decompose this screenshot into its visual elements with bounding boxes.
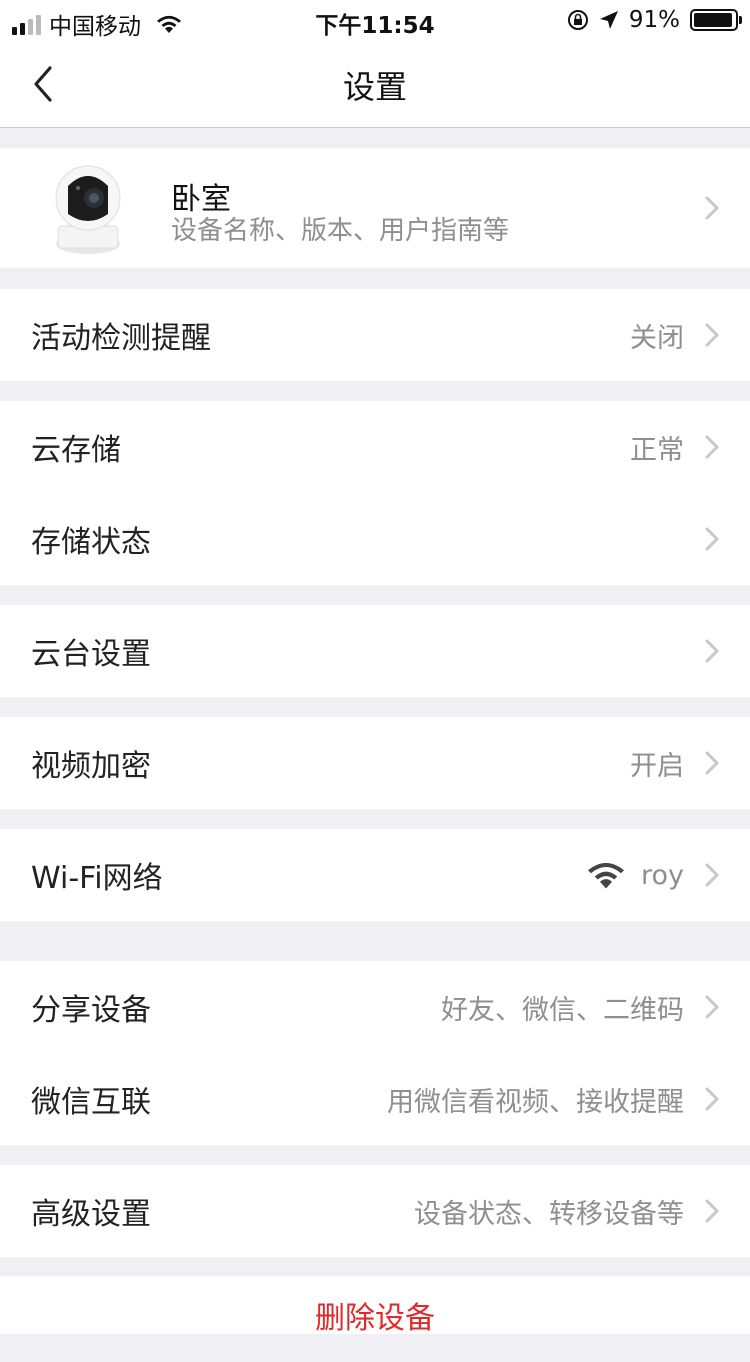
device-subtitle: 设备名称、版本、用户指南等	[171, 216, 510, 246]
share-device-row[interactable]: 分享设备 好友、微信、二维码	[0, 961, 750, 1053]
wechat-link-row[interactable]: 微信互联 用微信看视频、接收提醒	[0, 1053, 750, 1145]
status-right: 91%	[567, 7, 742, 33]
wifi-icon	[587, 862, 624, 889]
navigation-bar: 设置	[0, 40, 750, 128]
encryption-section: 视频加密 开启	[0, 717, 750, 809]
share-device-value: 好友、微信、二维码	[441, 994, 684, 1026]
chevron-right-icon	[705, 527, 720, 551]
device-info-row[interactable]: 卧室 设备名称、版本、用户指南等	[0, 148, 750, 268]
share-device-label: 分享设备	[31, 993, 151, 1028]
advanced-settings-value: 设备状态、转移设备等	[414, 1198, 684, 1230]
motion-detection-label: 活动检测提醒	[31, 321, 211, 356]
battery-percent: 91%	[628, 7, 680, 33]
video-encryption-row[interactable]: 视频加密 开启	[0, 717, 750, 809]
location-icon	[599, 11, 618, 29]
wifi-network-label: Wi-Fi网络	[31, 861, 163, 896]
ptz-section: 云台设置	[0, 605, 750, 697]
wechat-link-label: 微信互联	[31, 1085, 151, 1120]
wechat-link-value: 用微信看视频、接收提醒	[387, 1086, 684, 1118]
chevron-right-icon	[705, 995, 720, 1019]
orientation-lock-icon	[567, 10, 588, 30]
ptz-settings-row[interactable]: 云台设置	[0, 605, 750, 697]
cloud-storage-row[interactable]: 云存储 正常	[0, 401, 750, 493]
cloud-storage-value: 正常	[630, 434, 684, 466]
status-bar: 中国移动 下午11:54 91%	[0, 0, 750, 40]
storage-section: 云存储 正常 存储状态	[0, 401, 750, 585]
chevron-right-icon	[705, 1087, 720, 1111]
chevron-right-icon	[705, 435, 720, 459]
wifi-network-name: roy	[640, 859, 684, 891]
page-title: 设置	[342, 68, 407, 106]
cloud-storage-label: 云存储	[31, 433, 121, 468]
wifi-network-row[interactable]: Wi-Fi网络 roy	[0, 829, 750, 921]
wifi-network-value-group: roy	[585, 860, 684, 891]
motion-detection-row[interactable]: 活动检测提醒 关闭	[0, 289, 750, 381]
advanced-settings-label: 高级设置	[31, 1197, 151, 1232]
camera-image	[55, 165, 121, 254]
wifi-section: Wi-Fi网络 roy	[0, 829, 750, 921]
advanced-settings-row[interactable]: 高级设置 设备状态、转移设备等	[0, 1165, 750, 1257]
storage-status-row[interactable]: 存储状态	[0, 493, 750, 585]
motion-detection-value: 关闭	[630, 322, 684, 354]
share-section: 分享设备 好友、微信、二维码 微信互联 用微信看视频、接收提醒	[0, 961, 750, 1145]
chevron-right-icon	[705, 1199, 720, 1223]
chevron-right-icon	[705, 323, 720, 347]
advanced-section: 高级设置 设备状态、转移设备等	[0, 1165, 750, 1257]
storage-status-label: 存储状态	[31, 525, 151, 560]
chevron-right-icon	[705, 751, 720, 775]
motion-section: 活动检测提醒 关闭	[0, 289, 750, 381]
device-section: 卧室 设备名称、版本、用户指南等	[0, 148, 750, 268]
video-encryption-label: 视频加密	[31, 749, 151, 784]
delete-device-button[interactable]: 删除设备	[0, 1276, 750, 1336]
ptz-settings-label: 云台设置	[31, 637, 151, 672]
chevron-right-icon	[705, 196, 720, 220]
chevron-right-icon	[705, 863, 720, 887]
video-encryption-value: 开启	[630, 750, 684, 782]
chevron-right-icon	[705, 639, 720, 663]
battery-icon	[690, 9, 742, 31]
